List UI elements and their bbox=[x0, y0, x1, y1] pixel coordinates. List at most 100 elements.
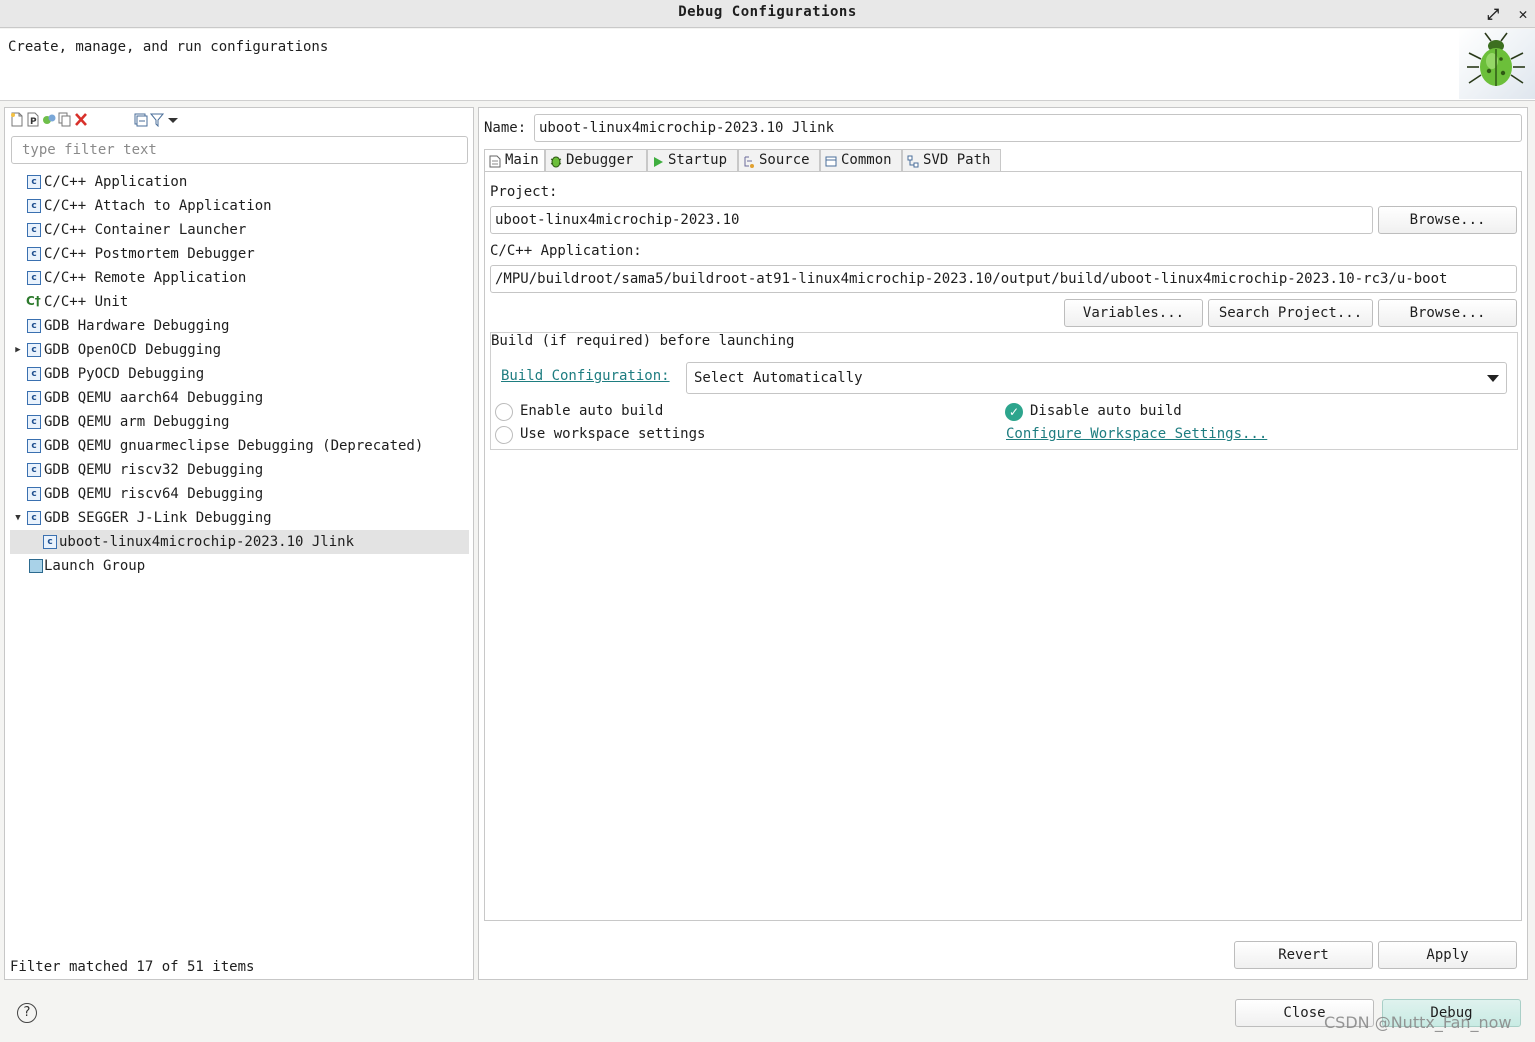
tree-item-label: uboot-linux4microchip-2023.10 Jlink bbox=[59, 534, 355, 550]
tree-item-label: GDB Hardware Debugging bbox=[44, 318, 230, 334]
variables-button[interactable]: Variables... bbox=[1064, 299, 1203, 327]
view-menu-chevron-icon[interactable] bbox=[166, 112, 180, 127]
cpp-launch-icon: c bbox=[27, 415, 41, 429]
cpp-unit-icon: C† bbox=[26, 294, 41, 308]
filter-input[interactable] bbox=[11, 136, 468, 164]
tree-item-gdb-hardware[interactable]: c GDB Hardware Debugging bbox=[10, 314, 469, 338]
tree-item-gdb-segger-jlink[interactable]: ▼ c GDB SEGGER J-Link Debugging bbox=[10, 506, 469, 530]
tree-item-gdb-qemu-aarch64[interactable]: c GDB QEMU aarch64 Debugging bbox=[10, 386, 469, 410]
svd-path-tab-icon bbox=[907, 154, 919, 168]
main-tab-icon bbox=[489, 154, 501, 168]
project-field[interactable]: uboot-linux4microchip-2023.10 bbox=[490, 206, 1373, 234]
new-config-icon[interactable] bbox=[10, 112, 24, 127]
cpp-launch-icon: c bbox=[27, 439, 41, 453]
tree-item-gdb-openocd[interactable]: ▶ c GDB OpenOCD Debugging bbox=[10, 338, 469, 362]
enable-auto-build-label: Enable auto build bbox=[520, 403, 664, 419]
startup-tab-icon bbox=[652, 154, 664, 167]
tree-item-label: GDB QEMU riscv32 Debugging bbox=[44, 462, 264, 478]
tab-debugger[interactable]: Debugger bbox=[545, 149, 647, 172]
source-tab-icon bbox=[743, 154, 755, 168]
cpp-launch-icon: c bbox=[27, 247, 41, 261]
application-field[interactable]: /MPU/buildroot/sama5/buildroot-at91-linu… bbox=[490, 265, 1517, 293]
tree-item-label: C/C++ Remote Application bbox=[44, 270, 247, 286]
configuration-list-panel: P c C/C++ Application c C/C++ Attach to … bbox=[4, 107, 474, 980]
tree-item-cpp-remote[interactable]: c C/C++ Remote Application bbox=[10, 266, 469, 290]
apply-button[interactable]: Apply bbox=[1378, 941, 1517, 969]
cpp-launch-icon: c bbox=[27, 175, 41, 189]
tree-item-cpp-container[interactable]: c C/C++ Container Launcher bbox=[10, 218, 469, 242]
tab-svd-path[interactable]: SVD Path bbox=[902, 149, 1001, 172]
tab-common[interactable]: Common bbox=[820, 149, 902, 172]
use-workspace-settings-radio[interactable] bbox=[495, 426, 513, 444]
tab-source-label: Source bbox=[759, 152, 810, 168]
build-configuration-select[interactable]: Select Automatically bbox=[686, 362, 1507, 394]
tab-main[interactable]: Main bbox=[484, 149, 545, 173]
build-group-title: Build (if required) before launching bbox=[491, 333, 795, 349]
application-browse-button[interactable]: Browse... bbox=[1378, 299, 1517, 327]
tab-common-label: Common bbox=[841, 152, 892, 168]
tree-item-label: C/C++ Unit bbox=[44, 294, 129, 310]
project-label: Project: bbox=[490, 184, 558, 200]
tab-startup-label: Startup bbox=[668, 152, 728, 168]
title-bar: Debug Configurations ⤢ ✕ bbox=[0, 0, 1535, 28]
search-project-button[interactable]: Search Project... bbox=[1208, 299, 1373, 327]
build-configuration-link[interactable]: Build Configuration: bbox=[501, 368, 670, 384]
collapse-arrow-icon[interactable]: ▼ bbox=[13, 506, 23, 530]
expand-arrow-icon[interactable]: ▶ bbox=[13, 338, 23, 362]
configure-workspace-settings-link[interactable]: Configure Workspace Settings... bbox=[1006, 426, 1267, 442]
configuration-tree: c C/C++ Application c C/C++ Attach to Ap… bbox=[10, 170, 469, 578]
duplicate-icon[interactable] bbox=[58, 112, 72, 127]
tree-item-label: GDB QEMU gnuarmeclipse Debugging (Deprec… bbox=[44, 438, 424, 454]
tree-item-cpp-application[interactable]: c C/C++ Application bbox=[10, 170, 469, 194]
tree-item-gdb-qemu-gnuarmeclipse[interactable]: c GDB QEMU gnuarmeclipse Debugging (Depr… bbox=[10, 434, 469, 458]
collapse-all-icon[interactable] bbox=[134, 112, 148, 127]
help-icon[interactable]: ? bbox=[17, 1003, 37, 1023]
tree-item-gdb-qemu-arm[interactable]: c GDB QEMU arm Debugging bbox=[10, 410, 469, 434]
tree-item-label: GDB OpenOCD Debugging bbox=[44, 342, 222, 358]
debugger-tab-icon bbox=[550, 154, 562, 168]
use-workspace-settings-label: Use workspace settings bbox=[520, 426, 706, 442]
tree-item-gdb-pyocd[interactable]: c GDB PyOCD Debugging bbox=[10, 362, 469, 386]
tree-item-label: GDB QEMU aarch64 Debugging bbox=[44, 390, 264, 406]
chevron-down-icon bbox=[1487, 375, 1499, 382]
cpp-launch-icon: c bbox=[27, 367, 41, 381]
cpp-launch-icon: c bbox=[27, 511, 41, 525]
tree-item-cpp-postmortem[interactable]: c C/C++ Postmortem Debugger bbox=[10, 242, 469, 266]
delete-icon[interactable] bbox=[74, 112, 88, 127]
disable-auto-build-label: Disable auto build bbox=[1030, 403, 1182, 419]
tree-item-cpp-unit[interactable]: C† C/C++ Unit bbox=[10, 290, 469, 314]
build-before-launch-group: Build (if required) before launching Bui… bbox=[490, 332, 1518, 450]
window-title: Debug Configurations bbox=[678, 4, 857, 20]
cpp-launch-icon: c bbox=[27, 271, 41, 285]
filter-status: Filter matched 17 of 51 items bbox=[10, 959, 255, 975]
export-icon[interactable] bbox=[42, 112, 56, 127]
cpp-launch-icon: c bbox=[27, 463, 41, 477]
config-toolbar: P bbox=[8, 111, 208, 129]
new-prototype-icon[interactable]: P bbox=[26, 112, 40, 127]
watermark: CSDN @Nuttx_Fan_now bbox=[1324, 1013, 1512, 1032]
dialog-header: Create, manage, and run configurations bbox=[0, 29, 1535, 101]
cpp-launch-icon: c bbox=[27, 223, 41, 237]
tab-startup[interactable]: Startup bbox=[647, 149, 738, 172]
name-field[interactable]: uboot-linux4microchip-2023.10 Jlink bbox=[534, 114, 1522, 142]
common-tab-icon bbox=[825, 154, 837, 167]
tree-item-label: Launch Group bbox=[44, 558, 146, 574]
tab-source[interactable]: Source bbox=[738, 149, 820, 172]
revert-button[interactable]: Revert bbox=[1234, 941, 1373, 969]
tree-item-label: C/C++ Attach to Application bbox=[44, 198, 272, 214]
tree-item-gdb-qemu-riscv32[interactable]: c GDB QEMU riscv32 Debugging bbox=[10, 458, 469, 482]
filter-icon[interactable] bbox=[149, 112, 165, 128]
close-icon[interactable]: ✕ bbox=[1512, 3, 1534, 25]
project-browse-button[interactable]: Browse... bbox=[1378, 206, 1517, 234]
maximize-icon[interactable]: ⤢ bbox=[1482, 3, 1504, 25]
tree-item-cpp-attach[interactable]: c C/C++ Attach to Application bbox=[10, 194, 469, 218]
bug-icon bbox=[1459, 29, 1535, 99]
tree-item-launch-group[interactable]: Launch Group bbox=[10, 554, 469, 578]
tree-item-gdb-qemu-riscv64[interactable]: c GDB QEMU riscv64 Debugging bbox=[10, 482, 469, 506]
disable-auto-build-radio[interactable]: ✓ bbox=[1005, 403, 1023, 421]
tree-item-label: C/C++ Application bbox=[44, 174, 188, 190]
tree-item-uboot-jlink-config[interactable]: c uboot-linux4microchip-2023.10 Jlink bbox=[10, 530, 469, 554]
enable-auto-build-radio[interactable] bbox=[495, 403, 513, 421]
main-tab-content: Project: uboot-linux4microchip-2023.10 B… bbox=[484, 171, 1522, 921]
cpp-launch-icon: c bbox=[27, 487, 41, 501]
